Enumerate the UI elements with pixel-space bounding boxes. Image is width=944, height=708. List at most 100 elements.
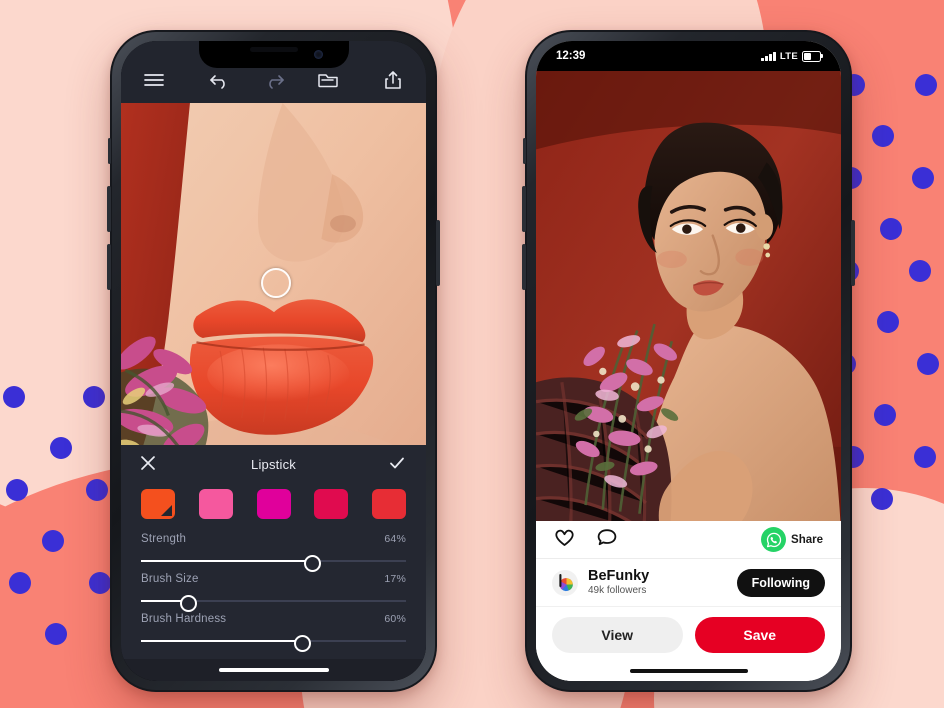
apply-icon[interactable] (388, 454, 408, 474)
post-actions-sheet: Share BeFunky 49k followers Following Vi… (536, 521, 841, 681)
social-app: 12:39 LTE Share BeFunky 49k followers Fo… (536, 41, 841, 681)
slider-track-fill (141, 560, 311, 562)
editor-app: Lipstick Strength 64% Brush Size 17% Brush H… (121, 41, 426, 681)
front-camera (313, 50, 323, 59)
mute-switch[interactable] (108, 138, 111, 164)
save-button[interactable]: Save (694, 617, 825, 653)
panel-header: Lipstick (121, 445, 426, 483)
background-dot (880, 218, 902, 240)
home-indicator-left[interactable] (121, 659, 426, 681)
slider-name: Brush Hardness (141, 613, 227, 625)
background-dot (89, 572, 111, 594)
color-swatch-orange-red[interactable] (141, 489, 175, 519)
power-button[interactable] (436, 220, 440, 286)
status-time: 12:39 (556, 50, 586, 62)
slider-value: 60% (384, 613, 406, 625)
redo-icon[interactable] (261, 67, 287, 93)
slider-name: Brush Size (141, 573, 199, 585)
volume-down-button-right[interactable] (522, 244, 526, 290)
heart-icon[interactable] (554, 528, 575, 552)
following-button[interactable]: Following (736, 568, 825, 597)
undo-icon[interactable] (207, 67, 233, 93)
slider-label-row: Brush Hardness 60% (141, 613, 406, 625)
color-swatch-crimson[interactable] (314, 489, 349, 519)
slider-strength[interactable]: Strength 64% (121, 531, 426, 572)
cancel-icon[interactable] (139, 454, 159, 474)
slider-brush-size[interactable]: Brush Size 17% (121, 571, 426, 612)
post-action-bar: Share (536, 521, 841, 559)
notch-left (198, 41, 349, 68)
background-dot (6, 479, 28, 501)
background-dot (83, 386, 105, 408)
background-dot (917, 353, 939, 375)
home-indicator-right[interactable] (536, 661, 841, 681)
share-label: Share (791, 533, 823, 546)
status-bar: 12:39 LTE (536, 41, 841, 71)
background-dot (50, 437, 72, 459)
share-icon[interactable] (380, 67, 406, 93)
color-swatch-pink[interactable] (198, 489, 233, 519)
phone-right: 12:39 LTE Share BeFunky 49k followers Fo… (522, 30, 855, 692)
slider-list: Strength 64% Brush Size 17% Brush Hardness 60… (121, 531, 426, 652)
profile-row[interactable]: BeFunky 49k followers Following (536, 559, 841, 607)
background-dot (9, 572, 31, 594)
power-button-right[interactable] (851, 220, 855, 286)
editor-canvas-photo[interactable] (121, 103, 426, 445)
volume-down-button[interactable] (107, 244, 111, 290)
volume-up-button[interactable] (107, 186, 111, 232)
background-dot (872, 125, 894, 147)
background-dot (909, 260, 931, 282)
background-dot (877, 311, 899, 333)
slider-track-fill (141, 640, 300, 642)
slider-name: Strength (141, 533, 187, 545)
phone-left-screen: Lipstick Strength 64% Brush Size 17% Brush H… (121, 41, 426, 681)
background-dot (3, 386, 25, 408)
background-dot (42, 530, 64, 552)
signal-icon (761, 51, 776, 61)
slider-knob[interactable] (304, 554, 322, 572)
slider-knob[interactable] (179, 594, 197, 612)
slider-label-row: Brush Size 17% (141, 573, 406, 585)
view-button[interactable]: View (552, 617, 683, 653)
volume-up-button-right[interactable] (522, 186, 526, 232)
slider-track[interactable] (141, 634, 406, 652)
background-dot (871, 488, 893, 510)
slider-label-row: Strength 64% (141, 533, 406, 545)
background-dot (912, 167, 934, 189)
slider-knob[interactable] (293, 634, 311, 652)
slider-value: 64% (384, 533, 406, 545)
color-swatch-magenta[interactable] (256, 489, 291, 519)
post-photo[interactable] (536, 71, 841, 521)
earpiece-speaker (249, 47, 298, 52)
color-swatch-list[interactable] (121, 483, 426, 531)
portrait-photo (536, 71, 841, 521)
color-swatch-red[interactable] (372, 489, 406, 519)
mute-switch-right[interactable] (523, 138, 526, 164)
comment-icon[interactable] (597, 528, 617, 552)
cta-row: View Save (536, 607, 841, 661)
panel-title: Lipstick (251, 456, 296, 472)
befunky-logo-icon (552, 569, 578, 596)
slider-value: 17% (384, 573, 406, 585)
profile-followers: 49k followers (588, 584, 647, 596)
compare-icon[interactable] (315, 67, 341, 93)
slider-brush-hardness[interactable]: Brush Hardness 60% (121, 611, 426, 652)
slider-track[interactable] (141, 554, 406, 572)
menu-icon[interactable] (141, 67, 167, 93)
background-dot (915, 74, 937, 96)
background-dot (914, 446, 936, 468)
whatsapp-icon (761, 527, 787, 552)
background-dot (45, 623, 67, 645)
phone-left: Lipstick Strength 64% Brush Size 17% Brush H… (107, 30, 440, 692)
lipstick-panel: Lipstick Strength 64% Brush Size 17% Brush H… (121, 445, 426, 659)
background-dot (86, 479, 108, 501)
network-label: LTE (779, 50, 798, 62)
brush-cursor (260, 267, 291, 298)
phone-right-screen: 12:39 LTE Share BeFunky 49k followers Fo… (536, 41, 841, 681)
battery-icon (802, 50, 823, 62)
share-button[interactable]: Share (761, 527, 823, 552)
slider-track[interactable] (141, 594, 406, 612)
profile-name: BeFunky (588, 568, 650, 585)
background-dot (874, 404, 896, 426)
poster-canvas: Lipstick Strength 64% Brush Size 17% Brush H… (0, 0, 944, 708)
